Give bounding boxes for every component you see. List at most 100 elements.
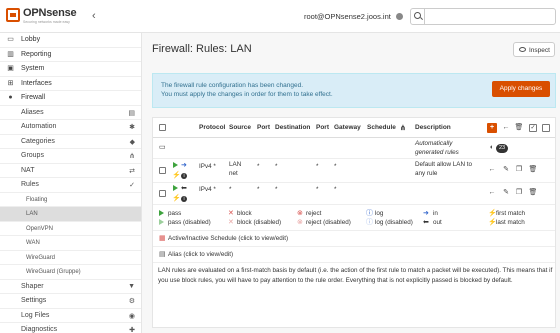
- legend-reject: reject: [306, 210, 322, 217]
- rule-source-line2: net: [229, 170, 238, 177]
- medkit-icon: ✚: [129, 327, 135, 333]
- search-input[interactable]: [410, 8, 556, 25]
- fire-icon: ●: [8, 94, 13, 101]
- col-protocol[interactable]: Protocol: [199, 124, 225, 131]
- trash-icon[interactable]: 🗑: [514, 123, 524, 133]
- sidebar-item-label: Shaper: [21, 282, 44, 290]
- col-gateway[interactable]: Gateway: [334, 124, 361, 131]
- status-icon[interactable]: [396, 13, 403, 20]
- sidebar-item-lobby[interactable]: ▭ Lobby: [0, 33, 141, 48]
- col-schedule[interactable]: Schedule: [367, 124, 396, 131]
- row-checkbox[interactable]: [159, 167, 166, 174]
- changes-alert: The firewall rule configuration has been…: [152, 73, 556, 108]
- info-icon[interactable]: i: [181, 196, 187, 202]
- col-dport[interactable]: Port: [316, 124, 329, 131]
- sidebar-item-label: LAN: [26, 211, 38, 217]
- computer-icon: ▣: [7, 65, 14, 72]
- alias-list-icon: ▤: [159, 251, 166, 258]
- pass-icon: [159, 210, 164, 216]
- row-checkbox[interactable]: [159, 190, 166, 197]
- list-icon: ▤: [128, 109, 135, 117]
- edit-icon[interactable]: ✎: [501, 165, 511, 175]
- sidebar-item-label: Settings: [21, 297, 47, 304]
- sidebar-item-rules-lan[interactable]: LAN: [0, 207, 141, 222]
- folder-icon: ▭: [159, 144, 166, 151]
- table-row[interactable]: ⬅ ⚡ i IPv4 * * * * * * ← ✎ ❐ 🗑: [153, 183, 555, 205]
- rule-port: *: [257, 186, 260, 193]
- pass-icon[interactable]: [173, 185, 178, 191]
- logo-text: OPNsense: [23, 7, 77, 19]
- inspect-button[interactable]: Inspect: [513, 42, 555, 57]
- opnsense-logo[interactable]: OPNsense Securing networks made easy: [6, 6, 86, 28]
- move-icon[interactable]: ←: [501, 123, 511, 133]
- sidebar-item-settings[interactable]: Settings ⚙: [0, 294, 141, 309]
- cogs-icon: ⚙: [128, 298, 135, 305]
- clone-icon[interactable]: ❐: [514, 188, 524, 198]
- laptop-icon: ▭: [7, 36, 14, 43]
- trash-icon[interactable]: 🗑: [528, 165, 538, 175]
- clone-icon[interactable]: ❐: [514, 165, 524, 175]
- sidebar-item-label: Floating: [26, 196, 48, 203]
- col-source[interactable]: Source: [229, 124, 251, 131]
- alert-text-line1: The firewall rule configuration has been…: [161, 82, 304, 89]
- sidebar-item-system[interactable]: ▣ System: [0, 62, 141, 77]
- sidebar-item-label: Automation: [21, 123, 57, 130]
- col-port[interactable]: Port: [257, 124, 270, 131]
- add-rule-button[interactable]: +: [487, 123, 497, 133]
- out-icon: ⬅: [423, 219, 429, 226]
- table-row[interactable]: ➜ ⚡ i IPv4 * LAN net * * * * Default all…: [153, 159, 555, 183]
- pass-icon[interactable]: [173, 162, 178, 168]
- sidebar-item-rules[interactable]: Rules ✓: [0, 178, 141, 193]
- sidebar-item-rules-openvpn[interactable]: OpenVPN: [0, 222, 141, 236]
- sidebar-item-rules-wan[interactable]: WAN: [0, 236, 141, 251]
- sitemap-icon: ⋔: [400, 125, 406, 132]
- col-description[interactable]: Description: [415, 124, 451, 131]
- eye-icon: ◉: [128, 312, 135, 320]
- sidebar-item-shaper[interactable]: Shaper ▼: [0, 280, 141, 294]
- sidebar-item-rules-wireguard[interactable]: WireGuard: [0, 251, 141, 265]
- check-icon: ✓: [129, 182, 135, 189]
- rule-protocol: IPv4 *: [199, 163, 216, 170]
- sidebar-item-nat[interactable]: NAT ⇄: [0, 164, 141, 178]
- first-match-icon: ⚡: [172, 195, 181, 202]
- sidebar-item-groups[interactable]: Groups ⋔: [0, 149, 141, 164]
- rule-port: *: [257, 163, 260, 170]
- tag-icon: ◆: [129, 138, 135, 146]
- rule-gateway: *: [334, 186, 337, 193]
- disable-selected-icon[interactable]: [542, 124, 550, 132]
- user-label[interactable]: root@OPNsense2.joos.int: [304, 12, 391, 21]
- search-icon: [411, 9, 425, 24]
- sidebar-item-reporting[interactable]: ▥ Reporting: [0, 48, 141, 62]
- sidebar-item-label: Interfaces: [21, 79, 52, 87]
- info-icon[interactable]: i: [181, 173, 187, 179]
- move-icon[interactable]: ←: [487, 188, 497, 198]
- table-row-auto[interactable]: ▭ Automatically generated rules ◐ 23: [153, 138, 555, 159]
- sidebar-item-diagnostics[interactable]: Diagnostics ✚: [0, 323, 141, 333]
- rule-dport: *: [316, 163, 319, 170]
- select-all-checkbox[interactable]: [159, 124, 166, 131]
- sidebar-item-rules-floating[interactable]: Floating: [0, 193, 141, 207]
- legend-out: out: [433, 219, 442, 226]
- sidebar-item-label: OpenVPN: [26, 225, 54, 232]
- rule-description: Default allow LAN to: [415, 161, 473, 168]
- col-destination[interactable]: Destination: [275, 124, 310, 131]
- sidebar-item-aliases[interactable]: Aliases ▤: [0, 106, 141, 120]
- apply-changes-button[interactable]: Apply changes: [492, 81, 550, 97]
- sidebar-item-rules-wireguard-gruppe[interactable]: WireGuard (Gruppe): [0, 265, 141, 280]
- legend-last-match: last match: [496, 219, 525, 226]
- sidebar-item-label: Reporting: [21, 50, 52, 58]
- table-header: Protocol Source Port Destination Port Ga…: [153, 118, 555, 138]
- trash-icon[interactable]: 🗑: [528, 188, 538, 198]
- rule-protocol: IPv4 *: [199, 186, 216, 193]
- sidebar-item-interfaces[interactable]: ⊞ Interfaces: [0, 77, 141, 91]
- sidebar-item-firewall[interactable]: ● Firewall: [0, 91, 141, 106]
- move-icon[interactable]: ←: [487, 165, 497, 175]
- enable-selected-icon[interactable]: ✓: [529, 124, 537, 132]
- sidebar-item-automation[interactable]: Automation ✱: [0, 120, 141, 135]
- chart-icon: ▥: [7, 50, 14, 58]
- sidebar-item-categories[interactable]: Categories ◆: [0, 135, 141, 149]
- sidebar-item-label: NAT: [21, 166, 35, 174]
- edit-icon[interactable]: ✎: [501, 188, 511, 198]
- collapse-menu-chevron-icon[interactable]: ‹: [92, 10, 96, 22]
- sidebar-item-log-files[interactable]: Log Files ◉: [0, 309, 141, 323]
